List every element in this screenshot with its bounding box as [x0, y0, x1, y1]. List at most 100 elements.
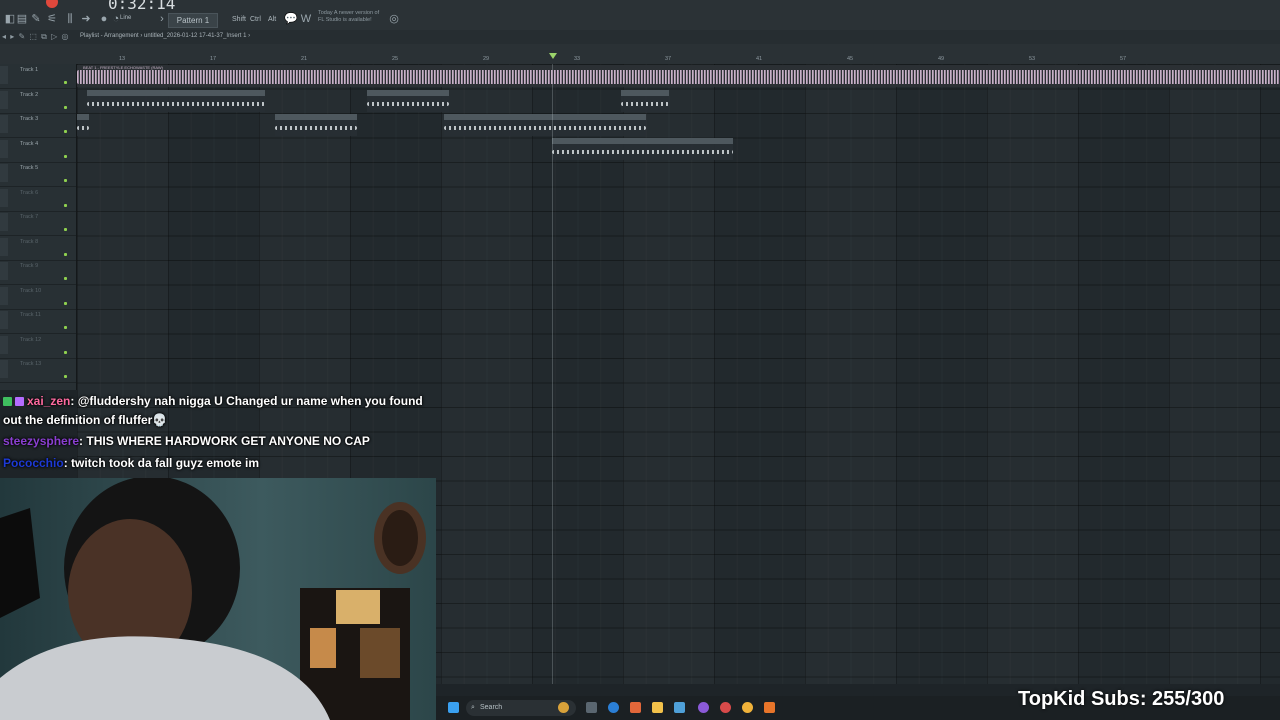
- ctrl-modifier[interactable]: Ctrl: [250, 16, 261, 23]
- taskbar-search-label: Search: [480, 704, 503, 711]
- wave-icon[interactable]: W: [300, 13, 312, 25]
- audio-clip[interactable]: untitled_Insert 1: [621, 90, 669, 112]
- obs-icon[interactable]: [720, 702, 731, 713]
- track-mute-led[interactable]: [64, 252, 67, 256]
- track-header[interactable]: Track 7: [0, 211, 76, 236]
- track-header[interactable]: Track 11: [0, 309, 76, 334]
- subscriber-goal: TopKid Subs: 255/300: [1018, 688, 1225, 710]
- track-header[interactable]: Track 8: [0, 236, 76, 261]
- track-header[interactable]: Track 5: [0, 162, 76, 187]
- draw-tool-icon[interactable]: ✎: [30, 13, 42, 25]
- track-mute-led[interactable]: [64, 130, 67, 133]
- track-label: Track 10: [20, 287, 42, 294]
- audio-clip[interactable]: untitled_2026-01-12 17-38-35_Insert 1: [87, 90, 265, 112]
- track-handle[interactable]: [0, 188, 8, 207]
- audio-clip[interactable]: [77, 114, 89, 136]
- playhead[interactable]: [552, 64, 553, 684]
- track-handle[interactable]: [0, 164, 8, 182]
- playhead-marker[interactable]: [549, 53, 557, 59]
- audio-clip[interactable]: untitled_2026-01-12 17-41-24_Insert 1: [444, 114, 646, 136]
- arrow-icon[interactable]: ➜: [80, 13, 92, 25]
- paint-tool-icon[interactable]: ⚟: [46, 13, 58, 25]
- start-icon[interactable]: [448, 702, 459, 713]
- clip-name: untitled_2026-01-12 17-42-03_Insert 1: [558, 138, 627, 143]
- track-handle[interactable]: [0, 360, 8, 378]
- track-header[interactable]: Track 10: [0, 285, 76, 310]
- record-button[interactable]: [46, 0, 58, 8]
- globe-icon[interactable]: ◎: [388, 13, 400, 25]
- fl-studio-icon[interactable]: [764, 702, 775, 713]
- audio-clip[interactable]: untitled_2026-01-12 17-42-03_Insert 1: [552, 138, 733, 160]
- clip-name: untitled_2026-01-12 17-38-35_Insert 1: [93, 90, 162, 95]
- audio-clip[interactable]: untitled_2026-0...-39-52_Insert 1: [275, 114, 357, 136]
- search-icon: ⌕: [471, 704, 475, 711]
- track-header[interactable]: Track 13: [0, 358, 76, 383]
- clip-waveform: [87, 102, 265, 106]
- track-mute-led[interactable]: [64, 154, 67, 158]
- menu-icon[interactable]: ▤: [16, 13, 28, 25]
- track-header[interactable]: Track 1: [0, 64, 76, 89]
- audio-clip[interactable]: untitled_2026-0...-40-35_Insert 1: [367, 90, 449, 112]
- track-handle[interactable]: [0, 66, 8, 84]
- mic-icon[interactable]: ●: [98, 13, 110, 25]
- track-handle[interactable]: [0, 311, 8, 329]
- track-handle[interactable]: [0, 335, 8, 354]
- file-explorer-icon[interactable]: [652, 702, 663, 713]
- playlist-tool-icons[interactable]: ◂ ▸ ✎ ⬚ ⧉ ▷ ◎: [2, 32, 69, 42]
- track-handle[interactable]: [0, 115, 8, 133]
- webcam-feed: [0, 478, 436, 720]
- clip-name: untitled_Insert 1: [627, 90, 656, 95]
- snap-mode-select[interactable]: Line: [120, 15, 131, 21]
- update-notice-line: Today A newer version of: [318, 10, 380, 16]
- clip-name: untitled_2026-0...-39-52_Insert 1: [281, 114, 340, 119]
- fl-toolbar: 0:32:14 ◧ ▤ ✎ ⚟ ⫼ ➜ ● ◔ Line › Pattern 1…: [0, 0, 1280, 31]
- track-handle[interactable]: [0, 139, 8, 158]
- discord-icon[interactable]: [698, 702, 709, 713]
- track-header[interactable]: Track 12: [0, 334, 76, 359]
- track-header[interactable]: Track 6: [0, 187, 76, 212]
- shift-modifier[interactable]: Shift: [232, 16, 246, 23]
- slice-tool-icon[interactable]: ⫼: [64, 13, 76, 25]
- track-header[interactable]: Track 9: [0, 260, 76, 285]
- track-mute-led[interactable]: [64, 326, 67, 329]
- track-mute-led[interactable]: [64, 277, 67, 280]
- alt-modifier[interactable]: Alt: [268, 16, 276, 23]
- app-icon[interactable]: [630, 702, 641, 713]
- grid-bar-shade: [987, 64, 1078, 684]
- track-header[interactable]: Track 3: [0, 113, 76, 138]
- chat-bubble-icon[interactable]: 💬: [284, 13, 298, 25]
- track-handle[interactable]: [0, 90, 8, 109]
- track-header-column: Track 1 Track 2 Track 3 Track 4 Track 5 Track…: [0, 64, 77, 390]
- chrome-icon[interactable]: [742, 702, 753, 713]
- store-icon[interactable]: [674, 702, 685, 713]
- timeline-ruler[interactable]: 13 17 21 25 29 33 37 41 45 49 53 57: [76, 44, 1280, 65]
- edge-icon[interactable]: [608, 702, 619, 713]
- track-mute-led[interactable]: [64, 228, 67, 231]
- track-mute-led[interactable]: [64, 179, 67, 182]
- webcam-image: [0, 478, 436, 720]
- track-mute-led[interactable]: [64, 203, 67, 207]
- track-label: Track 1: [20, 67, 39, 73]
- track-label: Track 2: [20, 91, 39, 98]
- bar-number: 21: [301, 56, 308, 62]
- track-handle[interactable]: [0, 237, 8, 256]
- clip-waveform: [77, 126, 89, 130]
- track-mute-led[interactable]: [64, 301, 67, 305]
- audio-clip[interactable]: BEAT 1 - FREESTYLE ECHOWASTE (RAW): [77, 65, 1280, 87]
- track-header[interactable]: Track 4: [0, 138, 76, 163]
- track-header[interactable]: Track 2: [0, 89, 76, 114]
- update-notice[interactable]: Today A newer version of FL Studio is av…: [318, 10, 388, 24]
- track-mute-led[interactable]: [64, 81, 67, 84]
- widgets-icon[interactable]: [558, 702, 569, 713]
- track-label: Track 4: [20, 140, 39, 147]
- track-handle[interactable]: [0, 213, 8, 231]
- pattern-prev-icon[interactable]: ›: [156, 13, 168, 25]
- task-view-icon[interactable]: [586, 702, 597, 713]
- pattern-selector[interactable]: Pattern 1: [168, 13, 218, 28]
- track-handle[interactable]: [0, 286, 8, 305]
- snap-icon[interactable]: ◧: [4, 13, 16, 25]
- track-mute-led[interactable]: [64, 105, 67, 109]
- track-mute-led[interactable]: [64, 375, 67, 378]
- track-handle[interactable]: [0, 262, 8, 280]
- track-mute-led[interactable]: [64, 350, 67, 354]
